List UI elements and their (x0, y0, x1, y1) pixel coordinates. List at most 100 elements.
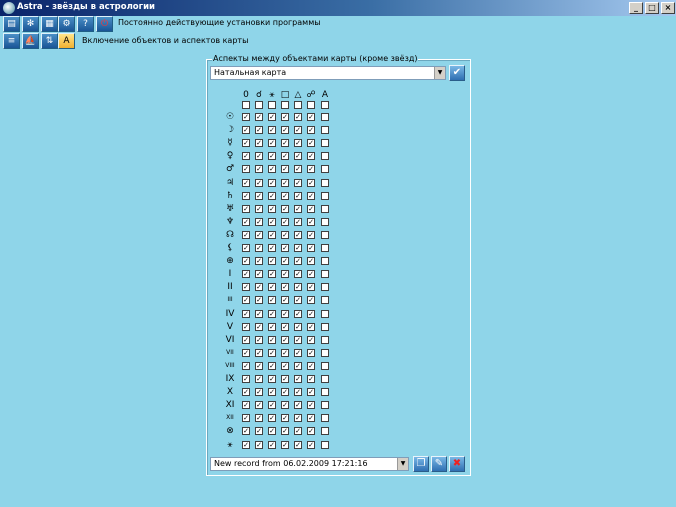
ship-icon[interactable]: ⛵ (22, 33, 39, 49)
column-toggle-checkbox[interactable] (281, 101, 289, 109)
aspect-checkbox[interactable]: ✓ (268, 309, 276, 318)
aspect-checkbox[interactable]: ✓ (255, 388, 263, 397)
aspect-checkbox[interactable]: ✓ (281, 401, 289, 410)
aspect-checkbox[interactable]: ✓ (255, 152, 263, 161)
aspect-checkbox[interactable]: ✓ (242, 401, 250, 410)
document-icon[interactable]: ▤ (3, 16, 20, 32)
aspect-checkbox[interactable]: ✓ (281, 348, 289, 357)
aspect-checkbox[interactable]: ✓ (281, 165, 289, 174)
aspect-checkbox[interactable] (321, 296, 329, 305)
aspect-checkbox[interactable]: ✓ (255, 191, 263, 200)
aspect-checkbox[interactable]: ✓ (281, 270, 289, 279)
aspect-checkbox[interactable]: ✓ (307, 388, 315, 397)
aspect-checkbox[interactable]: ✓ (294, 309, 302, 318)
aspect-checkbox[interactable]: ✓ (281, 440, 289, 449)
asterisk-icon[interactable]: ✻ (22, 16, 39, 32)
aspect-checkbox[interactable] (321, 335, 329, 344)
aspect-checkbox[interactable]: ✓ (242, 348, 250, 357)
close-button[interactable]: × (661, 2, 675, 14)
aspect-checkbox[interactable]: ✓ (255, 178, 263, 187)
aspect-checkbox[interactable]: ✓ (242, 440, 250, 449)
aspect-checkbox[interactable]: ✓ (294, 322, 302, 331)
aspect-checkbox[interactable]: ✓ (242, 217, 250, 226)
grid-icon[interactable]: ▦ (41, 16, 58, 32)
aspect-checkbox[interactable]: ✓ (307, 322, 315, 331)
column-toggle-checkbox[interactable] (255, 101, 263, 109)
aspect-checkbox[interactable]: ✓ (268, 348, 276, 357)
compare-icon[interactable]: ⇅ (41, 33, 58, 49)
aspect-checkbox[interactable]: ✓ (268, 113, 276, 121)
chart-type-select[interactable]: Натальная карта ▼ (210, 66, 446, 80)
aspect-checkbox[interactable]: ✓ (242, 126, 250, 135)
aspect-checkbox[interactable]: ✓ (268, 322, 276, 331)
aspect-checkbox[interactable]: ✓ (255, 309, 263, 318)
aspect-checkbox[interactable]: ✓ (268, 257, 276, 266)
aspect-checkbox[interactable] (321, 414, 329, 423)
aspect-checkbox[interactable]: ✓ (242, 283, 250, 292)
aspect-checkbox[interactable] (321, 401, 329, 410)
aspect-checkbox[interactable]: ✓ (255, 414, 263, 423)
aspect-checkbox[interactable]: ✓ (307, 126, 315, 135)
aspect-checkbox[interactable]: ✓ (242, 152, 250, 161)
edit-record-button[interactable]: ✎ (431, 456, 447, 472)
aspect-checkbox[interactable]: ✓ (281, 217, 289, 226)
column-toggle-checkbox[interactable] (242, 101, 250, 109)
aspect-checkbox[interactable]: ✓ (242, 375, 250, 383)
aspect-checkbox[interactable]: ✓ (268, 440, 276, 449)
aspect-checkbox[interactable] (321, 270, 329, 279)
aspect-checkbox[interactable]: ✓ (242, 414, 250, 423)
list-icon[interactable]: ≡ (3, 33, 20, 49)
aspect-checkbox[interactable]: ✓ (294, 191, 302, 200)
aspect-checkbox[interactable]: ✓ (242, 139, 250, 148)
aspect-checkbox[interactable]: ✓ (255, 296, 263, 305)
aspect-checkbox[interactable] (321, 348, 329, 357)
aspect-checkbox[interactable]: ✓ (242, 178, 250, 187)
aspect-checkbox[interactable] (321, 230, 329, 239)
aspect-checkbox[interactable]: ✓ (268, 139, 276, 148)
aspect-checkbox[interactable]: ✓ (242, 191, 250, 200)
aspect-checkbox[interactable]: ✓ (242, 296, 250, 305)
aspect-checkbox[interactable]: ✓ (255, 126, 263, 135)
aspect-checkbox[interactable]: ✓ (242, 309, 250, 318)
aspect-checkbox[interactable]: ✓ (242, 257, 250, 266)
aspect-checkbox[interactable]: ✓ (294, 217, 302, 226)
aspect-checkbox[interactable]: ✓ (307, 152, 315, 161)
column-toggle-checkbox[interactable] (294, 101, 302, 109)
aspect-checkbox[interactable]: ✓ (268, 204, 276, 213)
aspect-checkbox[interactable]: ✓ (268, 335, 276, 344)
aspect-checkbox[interactable]: ✓ (307, 113, 315, 121)
aspect-checkbox[interactable]: ✓ (294, 375, 302, 383)
aspect-checkbox[interactable]: ✓ (242, 270, 250, 279)
aspect-checkbox[interactable]: ✓ (255, 139, 263, 148)
aspect-checkbox[interactable]: ✓ (281, 375, 289, 383)
aspect-checkbox[interactable]: ✓ (281, 178, 289, 187)
aspect-checkbox[interactable]: ✓ (268, 126, 276, 135)
aspect-checkbox[interactable] (321, 139, 329, 148)
aspect-checkbox[interactable]: ✓ (242, 244, 250, 252)
aspect-checkbox[interactable] (321, 126, 329, 135)
aspect-checkbox[interactable]: ✓ (281, 191, 289, 200)
aspect-checkbox[interactable]: ✓ (255, 427, 263, 436)
aspect-checkbox[interactable]: ✓ (255, 257, 263, 266)
aspect-checkbox[interactable]: ✓ (294, 270, 302, 279)
aspect-checkbox[interactable]: ✓ (307, 348, 315, 357)
chevron-down-icon[interactable]: ▼ (397, 458, 408, 470)
apply-check-button[interactable]: ✔ (449, 65, 465, 81)
aspect-checkbox[interactable] (321, 204, 329, 213)
aspect-checkbox[interactable]: ✓ (255, 401, 263, 410)
chevron-down-icon[interactable]: ▼ (434, 67, 445, 79)
aspect-checkbox[interactable]: ✓ (242, 165, 250, 174)
aspect-checkbox[interactable]: ✓ (294, 204, 302, 213)
aspect-checkbox[interactable]: ✓ (268, 165, 276, 174)
aspect-checkbox[interactable]: ✓ (268, 427, 276, 436)
aspect-checkbox[interactable]: ✓ (307, 375, 315, 383)
help-icon[interactable]: ? (77, 16, 94, 32)
font-icon[interactable]: A (58, 33, 75, 49)
aspect-checkbox[interactable]: ✓ (307, 335, 315, 344)
column-toggle-checkbox[interactable] (268, 101, 276, 109)
aspect-checkbox[interactable]: ✓ (255, 440, 263, 449)
aspect-checkbox[interactable]: ✓ (307, 283, 315, 292)
aspect-checkbox[interactable]: ✓ (281, 230, 289, 239)
aspect-checkbox[interactable]: ✓ (255, 322, 263, 331)
aspect-checkbox[interactable]: ✓ (307, 361, 315, 370)
